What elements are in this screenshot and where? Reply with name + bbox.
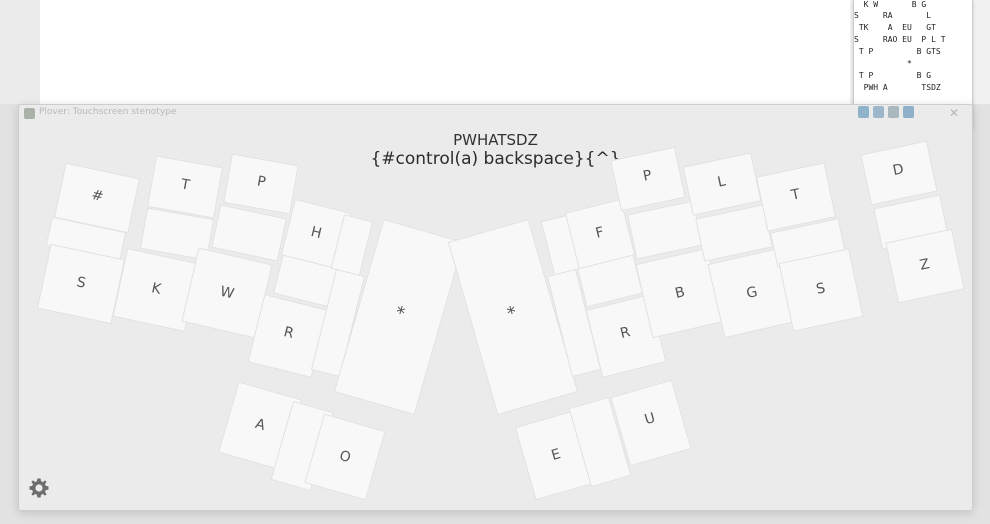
paper-line: PWH A TSDZ (854, 83, 941, 92)
key-s-right[interactable]: S (778, 248, 864, 332)
background-strip (0, 0, 40, 104)
paper-line: T P B G (854, 71, 932, 80)
close-icon[interactable]: ✕ (949, 105, 959, 121)
paper-line: TK A EU GT (854, 23, 936, 32)
paper-line: S RA L (854, 11, 932, 20)
background-document (40, 0, 851, 104)
gear-icon[interactable] (27, 476, 51, 500)
stroke-display: PWHATSDZ (453, 131, 538, 149)
key-b-right[interactable]: B (635, 247, 725, 339)
key-p-left[interactable]: P (223, 153, 299, 215)
paper-line: S RAO EU P L T (854, 35, 946, 44)
pin-icon[interactable] (858, 106, 869, 118)
key-s-left[interactable]: S (36, 243, 126, 325)
paper-line: K W B G (854, 0, 927, 9)
paper-line: * (854, 59, 912, 68)
plover-icon (24, 108, 35, 119)
window-title: Plover: Touchscreen stenotype (39, 107, 177, 117)
trash-icon[interactable] (888, 106, 899, 118)
touch-stenotype-window: Plover: Touchscreen stenotype ✕ PWHATSDZ… (18, 104, 973, 511)
columns-icon[interactable] (873, 106, 884, 118)
save-icon[interactable] (903, 106, 914, 118)
paper-line: T P B GTS (854, 47, 941, 56)
title-bar[interactable]: Plover: Touchscreen stenotype ✕ (19, 105, 972, 123)
key-z-right[interactable]: Z (885, 228, 965, 304)
